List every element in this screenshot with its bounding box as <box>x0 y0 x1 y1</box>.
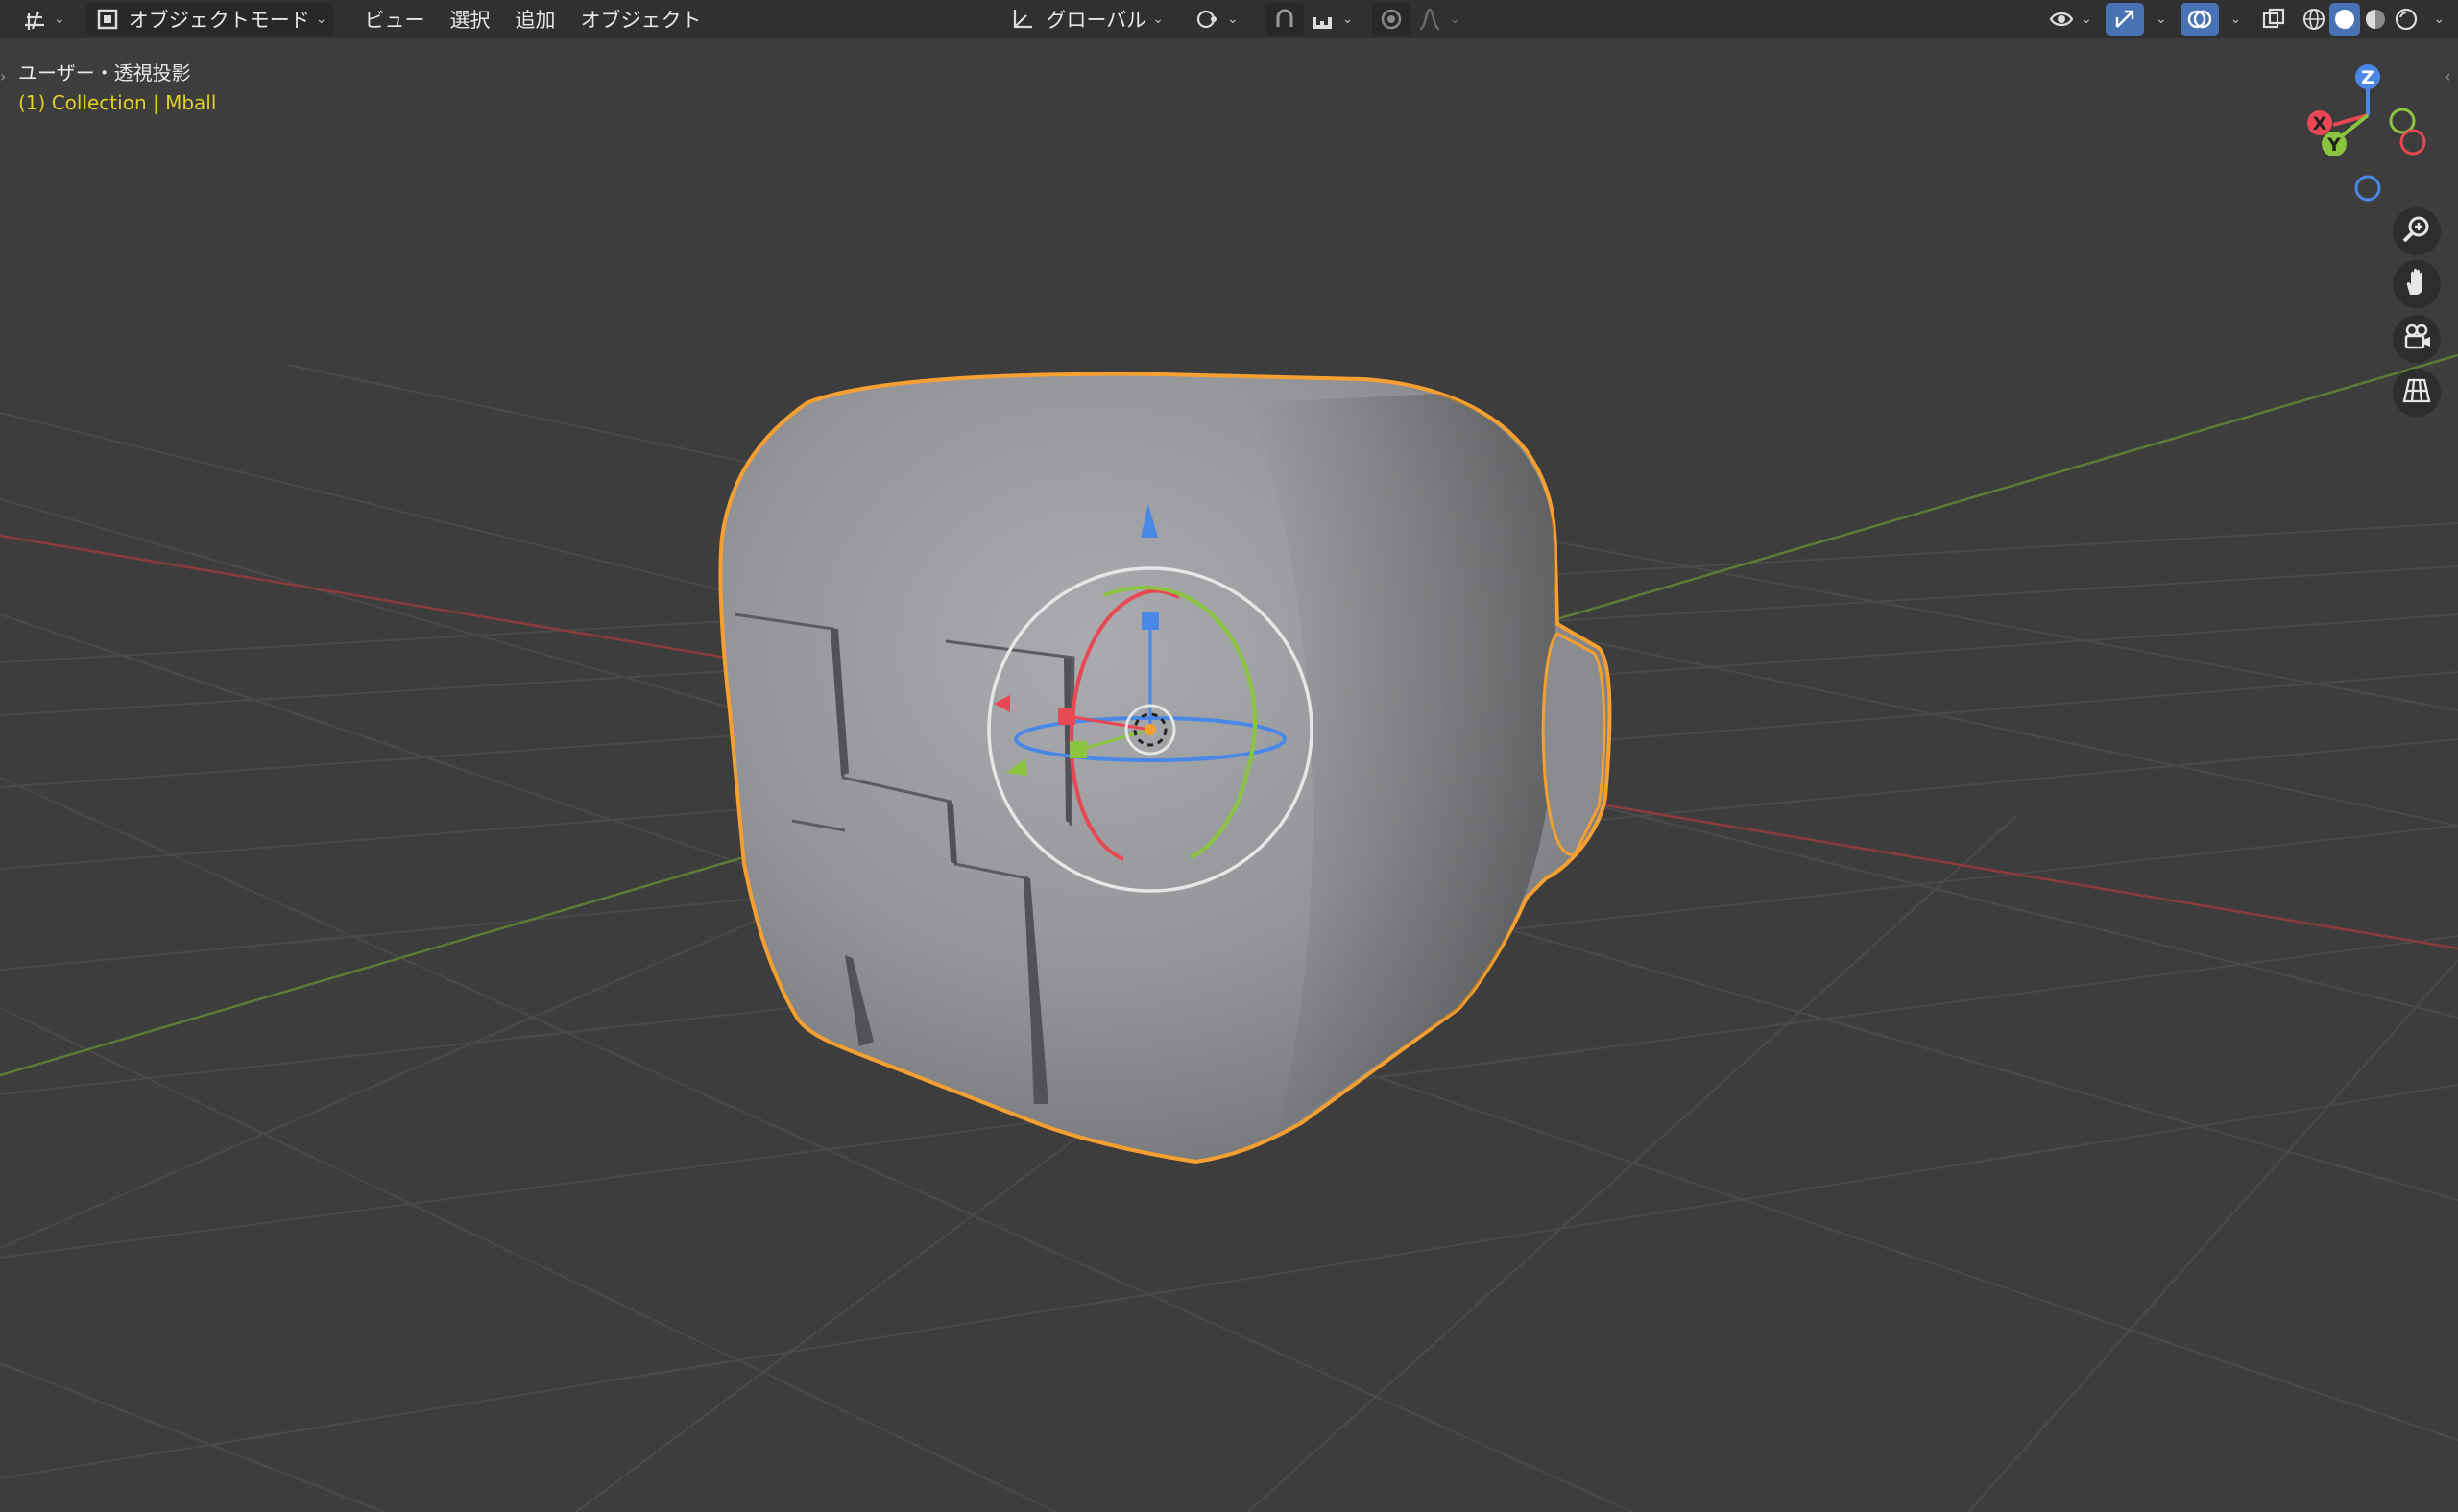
toolbar-expand-icon[interactable]: › <box>0 67 6 85</box>
chevron-down-icon: ⌄ <box>1341 12 1354 27</box>
zoom-button[interactable] <box>2393 207 2441 255</box>
gizmo-y-label: Y <box>2326 134 2341 156</box>
proportional-falloff-dropdown[interactable]: ⌄ <box>1410 3 1466 36</box>
overlays-icon <box>2186 6 2213 33</box>
mode-dropdown[interactable]: オブジェクトモード ⌄ <box>85 3 335 36</box>
orientation-icon <box>1009 6 1036 33</box>
snap-toggle[interactable] <box>1265 3 1304 36</box>
chevron-down-icon: ⌄ <box>2081 12 2092 27</box>
shading-material-button[interactable] <box>2360 3 2391 36</box>
falloff-curve-icon <box>1416 6 1443 33</box>
wireframe-icon <box>2301 6 2327 33</box>
xray-icon <box>2260 6 2287 33</box>
solid-icon <box>2331 6 2358 33</box>
chevron-down-icon: ⌄ <box>315 12 327 27</box>
chevron-down-icon: ⌄ <box>1152 12 1164 27</box>
chevron-down-icon: ⌄ <box>54 12 65 27</box>
pan-button[interactable] <box>2393 260 2441 308</box>
snap-icon <box>1271 6 1298 33</box>
snap-target-dropdown[interactable]: ⌄ <box>1304 3 1360 36</box>
chevron-down-icon: ⌄ <box>2229 12 2242 27</box>
mode-label: オブジェクトモード <box>128 9 310 32</box>
camera-view-button[interactable] <box>2393 315 2441 363</box>
shading-rendered-button[interactable] <box>2391 3 2422 36</box>
snap-increment-icon <box>1310 6 1337 33</box>
pan-hand-icon <box>2400 266 2433 302</box>
navigation-axis-gizmo[interactable]: Z X Y <box>2307 64 2426 202</box>
metaball-object[interactable] <box>718 372 1612 1164</box>
gizmos-dropdown[interactable]: ⌄ <box>2144 3 2173 36</box>
view-perspective-label: ユーザー・透視投影 <box>18 61 191 84</box>
ortho-toggle-button[interactable] <box>2393 369 2441 417</box>
gizmo-z-label: Z <box>2361 67 2374 88</box>
proportional-edit-icon <box>1378 6 1405 33</box>
visibility-dropdown[interactable]: ⌄ <box>2042 3 2098 36</box>
menu-add[interactable]: 追加 <box>502 5 567 34</box>
overlays-dropdown[interactable]: ⌄ <box>2219 3 2248 36</box>
chevron-down-icon: ⌄ <box>1449 12 1461 27</box>
shading-wireframe-button[interactable] <box>2299 3 2329 36</box>
proportional-edit-toggle[interactable] <box>1372 3 1411 36</box>
gizmos-icon <box>2111 6 2138 33</box>
overlays-toggle[interactable] <box>2180 3 2219 36</box>
rendered-icon <box>2393 6 2420 33</box>
transform-orientation-dropdown[interactable]: グローバル ⌄ <box>1001 3 1171 36</box>
menu-object[interactable]: オブジェクト <box>567 5 713 34</box>
object-mode-icon <box>94 6 121 33</box>
collection-object-label: (1) Collection | Mball <box>18 91 217 114</box>
sidebar-expand-icon[interactable]: ‹ <box>2445 67 2450 85</box>
menu-view[interactable]: ビュー <box>351 5 437 34</box>
3d-viewport[interactable]: Z X Y <box>0 0 2458 1512</box>
chevron-down-icon: ⌄ <box>2433 12 2446 27</box>
material-icon <box>2362 6 2389 33</box>
pivot-point-icon <box>1194 6 1221 33</box>
grid-view-icon <box>2400 374 2433 411</box>
zoom-icon <box>2400 213 2433 250</box>
gizmo-x-label: X <box>2313 113 2327 134</box>
viewport-header: ⌄ オブジェクトモード ⌄ ビュー 選択 追加 オブジェクト グローバル ⌄ ⌄… <box>0 0 2458 38</box>
visibility-eye-icon <box>2048 6 2075 33</box>
camera-icon <box>2400 321 2433 357</box>
chevron-down-icon: ⌄ <box>1227 12 1239 27</box>
pivot-point-dropdown[interactable]: ⌄ <box>1187 3 1246 36</box>
shading-dropdown[interactable]: ⌄ <box>2422 3 2450 36</box>
editor-type-button[interactable]: ⌄ <box>13 3 73 36</box>
xray-toggle[interactable] <box>2254 3 2293 36</box>
shading-solid-button[interactable] <box>2329 3 2361 36</box>
orientation-label: グローバル <box>1046 9 1147 32</box>
menu-select[interactable]: 選択 <box>437 5 502 34</box>
chevron-down-icon: ⌄ <box>2155 12 2167 27</box>
gizmos-toggle[interactable] <box>2105 3 2144 36</box>
viewport-editor-icon <box>21 6 48 33</box>
